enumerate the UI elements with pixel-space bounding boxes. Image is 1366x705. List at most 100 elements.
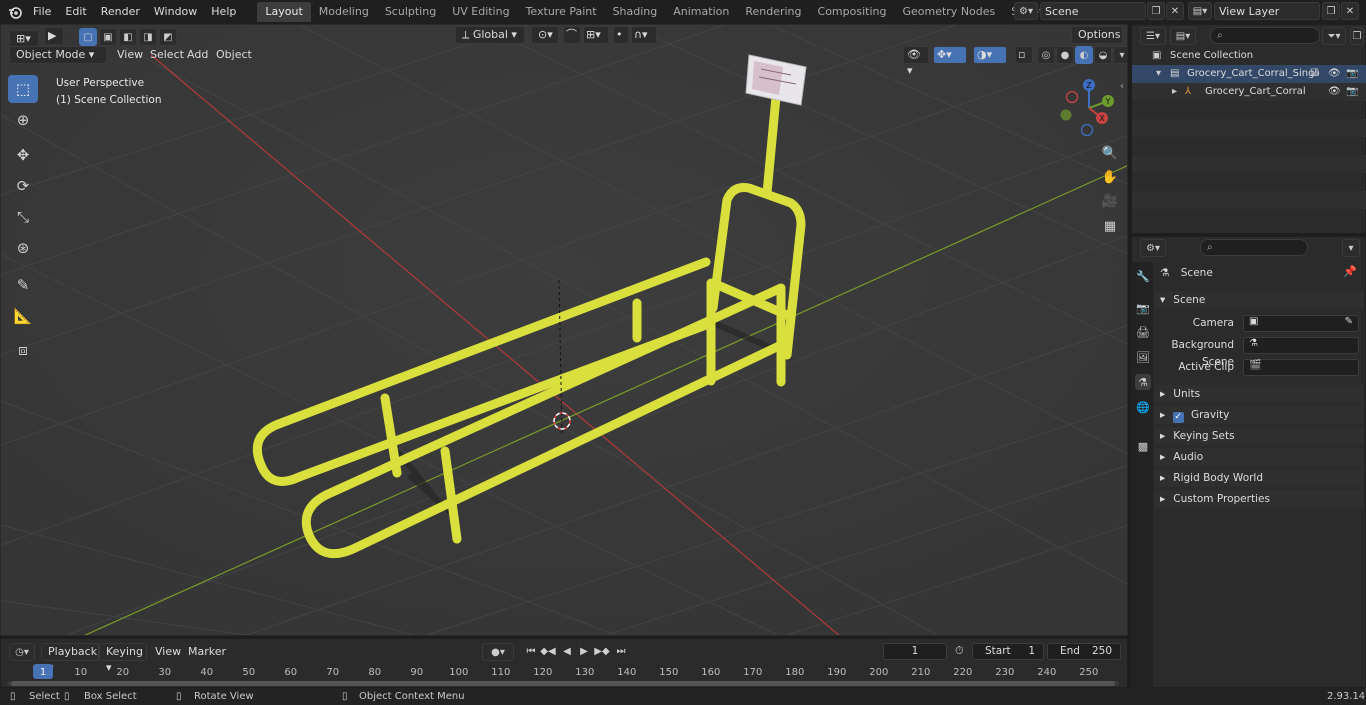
rendered-shading-icon[interactable]: ◒ (1094, 46, 1112, 64)
transform-tool-icon[interactable]: ⊛ (8, 234, 38, 262)
select-intersect-icon[interactable]: ◩ (159, 28, 177, 46)
view-layer-tab-icon[interactable]: 🖼 (1135, 349, 1151, 365)
exclude-checkbox-icon[interactable]: ☑ (1310, 65, 1319, 83)
cursor-tool-icon[interactable]: ⊕ (8, 106, 38, 134)
timeline-menu-marker[interactable]: Marker (183, 643, 231, 661)
view-layer-browse-icon[interactable]: ▤▾ (1188, 2, 1212, 20)
solid-shading-icon[interactable]: ● (1056, 46, 1074, 64)
add-cube-tool-icon[interactable]: ⧈ (8, 336, 38, 364)
view-layer-selector[interactable]: View Layer (1214, 2, 1320, 20)
pin-icon[interactable]: 📌 (1343, 265, 1357, 278)
expand-arrow-icon[interactable]: ▸ (1172, 83, 1177, 101)
keying-menu[interactable]: Keying ▾ (99, 643, 147, 674)
select-subtract-icon[interactable]: ◧ (119, 28, 137, 46)
menu-edit[interactable]: Edit (58, 1, 93, 23)
delete-view-layer-icon[interactable]: ✕ (1341, 2, 1359, 20)
scene-tab-icon[interactable]: ⚗ (1135, 374, 1151, 390)
visibility-eye-icon[interactable]: 👁 (1328, 83, 1341, 101)
rotate-tool-icon[interactable]: ⟳ (8, 172, 38, 200)
tab-shading[interactable]: Shading (605, 2, 666, 22)
xray-toggle-icon[interactable]: ▫ (1015, 46, 1033, 64)
tab-animation[interactable]: Animation (665, 2, 737, 22)
sidebar-toggle-icon[interactable]: ‹ (1120, 81, 1124, 92)
display-mode-icon[interactable]: ▤▾ (1170, 27, 1196, 45)
tab-layout[interactable]: Layout (257, 2, 311, 22)
eyedropper-icon[interactable]: ✎ (1345, 316, 1353, 327)
preview-range-icon[interactable]: ⏱ (955, 644, 964, 658)
delete-scene-icon[interactable]: ✕ (1166, 2, 1184, 20)
pivot-point-icon[interactable]: ⊙▾ (531, 26, 559, 44)
shading-options-icon[interactable]: ▾ (1113, 46, 1127, 64)
properties-search-input[interactable]: ⌕ (1200, 239, 1308, 256)
select-extend-icon[interactable]: ▣ (99, 28, 117, 46)
timeline-editor[interactable]: ◷▾ Playback ▾ Keying ▾ View Marker ●▾ ⏮ … (0, 638, 1128, 688)
new-view-layer-icon[interactable]: ❐ (1322, 2, 1340, 20)
scene-selector[interactable]: Scene (1040, 2, 1146, 20)
outliner-item-object[interactable]: ▸ ⅄ Grocery_Cart_Corral_Sing 👁 📷 (1132, 83, 1366, 101)
measure-tool-icon[interactable]: 📐 (8, 302, 38, 330)
tab-geometry-nodes[interactable]: Geometry Nodes (894, 2, 1003, 22)
tab-sculpting[interactable]: Sculpting (377, 2, 444, 22)
current-frame-field[interactable]: 1 (883, 643, 947, 660)
render-camera-icon[interactable]: 📷 (1346, 83, 1358, 101)
scale-tool-icon[interactable]: ⤡ (8, 203, 38, 231)
new-collection-icon[interactable]: ❐ (1350, 27, 1364, 45)
render-camera-icon[interactable]: 📷 (1346, 65, 1358, 83)
scene-browse-icon[interactable]: ⚙▾ (1014, 2, 1038, 20)
active-clip-field[interactable]: 🎬 (1243, 359, 1359, 376)
filter-icon[interactable]: ⏷▾ (1322, 27, 1346, 45)
overlays-toggle-icon[interactable]: ◑▾ (973, 46, 1007, 64)
jump-keyframe-back-icon[interactable]: ◆◀ (540, 643, 556, 660)
zoom-icon[interactable]: 🔍 (1099, 142, 1121, 164)
wireframe-shading-icon[interactable]: ◎ (1037, 46, 1055, 64)
tab-modeling[interactable]: Modeling (311, 2, 377, 22)
expand-arrow-icon[interactable]: ▾ (1156, 65, 1161, 83)
start-frame-field[interactable]: Start 1 (972, 643, 1044, 660)
visibility-icon[interactable]: 👁▾ (903, 46, 929, 77)
tool-tab-icon[interactable]: 🔧 (1135, 268, 1151, 284)
select-invert-icon[interactable]: ◨ (139, 28, 157, 46)
pan-hand-icon[interactable]: ✋ (1099, 166, 1121, 188)
timeline-menu-view[interactable]: View (150, 643, 186, 661)
options-dropdown[interactable]: Options ▾ (1071, 26, 1123, 57)
jump-start-icon[interactable]: ⏮ (523, 643, 539, 660)
new-scene-icon[interactable]: ❐ (1147, 2, 1165, 20)
menu-window[interactable]: Window (147, 1, 204, 23)
snap-toggle-icon[interactable]: ⌒ (563, 26, 581, 44)
viewport-menu-object[interactable]: Object (210, 46, 258, 64)
timeline-editor-type-icon[interactable]: ◷▾ (9, 643, 35, 661)
camera-field[interactable]: ▣ ✎ (1243, 315, 1359, 332)
texture-tab-icon[interactable]: ▩ (1135, 438, 1151, 454)
blender-logo-icon[interactable] (4, 1, 26, 23)
timeline-scrollbar[interactable] (7, 681, 1119, 686)
ortho-toggle-icon[interactable]: ▦ (1099, 215, 1121, 237)
play-icon[interactable]: ▶ (576, 643, 592, 660)
gizmo-toggle-icon[interactable]: ✥▾ (933, 46, 967, 64)
menu-help[interactable]: Help (204, 1, 243, 23)
outliner-editor-type-icon[interactable]: ☰▾ (1140, 27, 1166, 45)
world-tab-icon[interactable]: 🌐 (1135, 399, 1151, 415)
navigation-gizmo[interactable]: Z Y X (1056, 75, 1122, 141)
move-tool-icon[interactable]: ✥ (8, 141, 38, 169)
mode-selector[interactable]: Object Mode ▾ (9, 46, 107, 64)
annotate-tool-icon[interactable]: ✎ (8, 271, 38, 299)
gravity-checkbox[interactable]: ✓ (1172, 412, 1184, 423)
jump-keyframe-forward-icon[interactable]: ▶◆ (594, 643, 610, 660)
tab-texture-paint[interactable]: Texture Paint (518, 2, 605, 22)
tool-select-mode-icon[interactable]: ▶ (44, 27, 64, 45)
menu-file[interactable]: File (26, 1, 58, 23)
auto-keying-icon[interactable]: ●▾ (482, 643, 514, 661)
select-new-icon[interactable]: ▢ (79, 28, 97, 46)
snap-target-icon[interactable]: ⊞▾ (583, 26, 609, 44)
output-tab-icon[interactable]: 🖨 (1135, 324, 1151, 340)
properties-options-icon[interactable]: ▾ (1342, 239, 1360, 257)
jump-end-icon[interactable]: ⏭ (613, 643, 629, 660)
outliner-item-collection[interactable]: ▾ ▤ Grocery_Cart_Corral_Single_Y ☑ 👁 📷 (1132, 65, 1366, 83)
outliner-scene-collection[interactable]: ▣ Scene Collection (1132, 47, 1366, 65)
outliner-search-input[interactable]: ⌕ (1210, 27, 1320, 44)
tab-compositing[interactable]: Compositing (810, 2, 895, 22)
3d-viewport[interactable]: ⊞▾ ▶ ▢ ▣ ◧ ◨ ◩ Object Mode ▾ View Select… (0, 24, 1128, 636)
background-scene-field[interactable]: ⚗ (1243, 337, 1359, 354)
falloff-icon[interactable]: ∩▾ (631, 26, 657, 44)
transform-orientation-selector[interactable]: ⟂ Global ▾ (455, 26, 525, 44)
